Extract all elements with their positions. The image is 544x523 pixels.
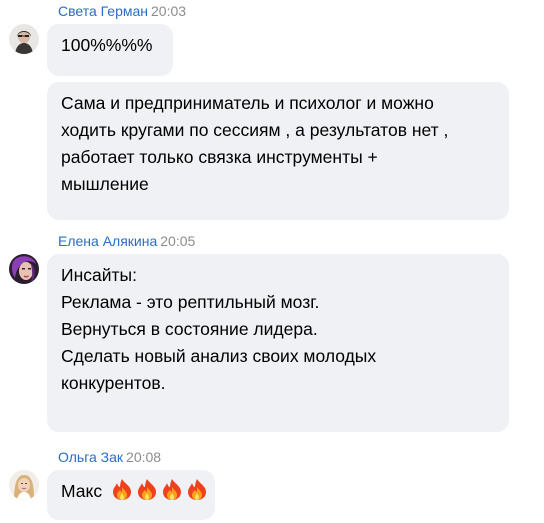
- message-time: 20:03: [151, 3, 187, 19]
- message-text: работает только связка инструменты +: [61, 147, 378, 167]
- message-bubble: 100%%%%: [47, 24, 173, 76]
- message-time: 20:05: [160, 233, 196, 249]
- fire-emoji: [188, 479, 206, 500]
- message-text: ходить кругами по сессиям , а результато…: [61, 120, 449, 140]
- message-text: Инсайты:: [61, 265, 137, 285]
- message-header: Света Герман 20:03: [58, 2, 186, 20]
- message-header: Ольга Зак 20:08: [58, 448, 161, 466]
- message-text: 100%%%%: [61, 35, 153, 55]
- message-text: Сама и предприниматель и психолог и можн…: [61, 93, 434, 113]
- fire-emoji-group: [111, 478, 209, 508]
- fire-emoji: [138, 479, 156, 500]
- message-bubble: Макс: [47, 470, 215, 520]
- message-text: Реклама - это рептильный мозг.: [61, 292, 320, 312]
- avatar[interactable]: [9, 254, 39, 284]
- message-bubble: Сама и предприниматель и психолог и можн…: [47, 82, 509, 220]
- avatar[interactable]: [9, 24, 39, 54]
- author-name[interactable]: Елена Алякина: [58, 233, 157, 249]
- message-text: Сделать новый анализ своих молодых: [61, 346, 377, 366]
- author-name[interactable]: Света Герман: [58, 3, 148, 19]
- message-time: 20:08: [126, 449, 162, 465]
- message-text: конкурентов.: [61, 373, 166, 393]
- message-header: Елена Алякина 20:05: [58, 232, 195, 250]
- message-text: Вернуться в состояние лидера.: [61, 319, 318, 339]
- message-text: Макс: [61, 481, 103, 501]
- avatar[interactable]: [9, 470, 39, 500]
- message-text: мышление: [61, 174, 149, 194]
- fire-emoji: [163, 479, 181, 500]
- fire-emoji: [113, 479, 131, 500]
- message-bubble: Инсайты: Реклама - это рептильный мозг. …: [47, 254, 509, 432]
- author-name[interactable]: Ольга Зак: [58, 449, 123, 465]
